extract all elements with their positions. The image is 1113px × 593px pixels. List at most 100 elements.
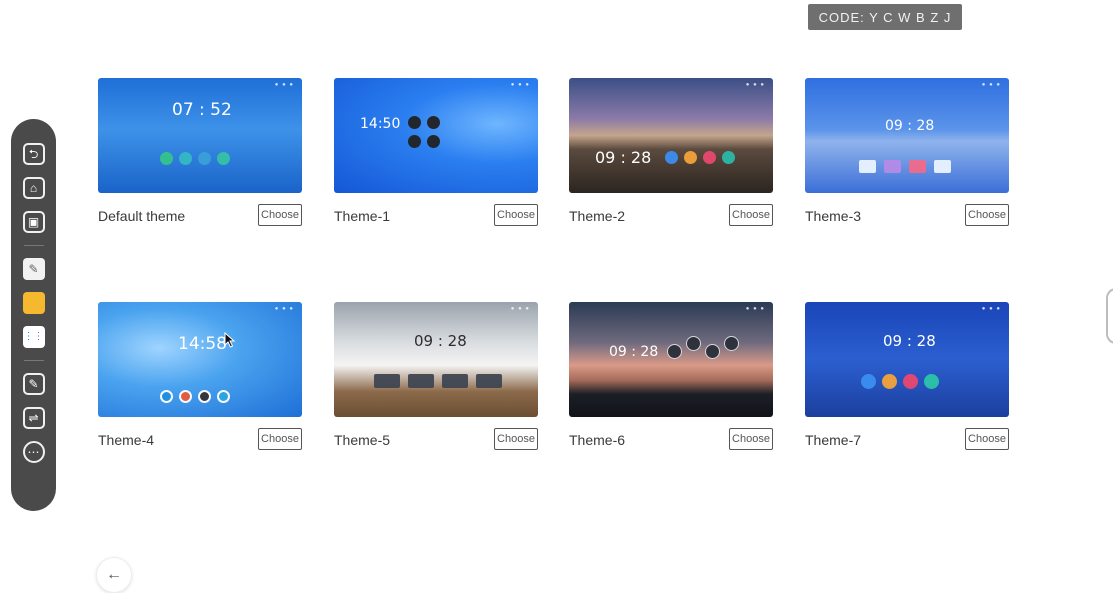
choose-button[interactable]: Choose <box>729 428 773 450</box>
home-icon[interactable]: ⌂ <box>22 177 45 199</box>
preview-clock: 09 : 28 <box>595 148 652 167</box>
preview-clock: 09 : 28 <box>883 332 936 350</box>
pen-icon[interactable]: ✎ <box>22 373 45 395</box>
status-dots-icon: ● ● ● <box>510 306 530 312</box>
app-icon <box>684 151 697 164</box>
choose-button[interactable]: Choose <box>965 428 1009 450</box>
preview-app-icons <box>160 390 230 403</box>
theme-card-3: ● ● ● 09 : 28 Theme-3 Choose <box>805 78 1009 226</box>
app-icon <box>198 390 211 403</box>
back-arrow-button[interactable]: ← <box>96 557 132 593</box>
preview-app-icons <box>665 151 735 164</box>
theme-preview-6[interactable]: ● ● ● 09 : 28 <box>569 302 773 417</box>
app-icon <box>179 390 192 403</box>
theme-label: Theme-1 <box>334 208 391 224</box>
app-icon <box>665 151 678 164</box>
app-icon <box>160 390 173 403</box>
app-icon <box>179 152 192 165</box>
theme-label: Theme-6 <box>569 432 626 448</box>
theme-label: Default theme <box>98 208 186 224</box>
theme-preview-2[interactable]: ● ● ● 09 : 28 <box>569 78 773 193</box>
app-icon <box>861 374 876 389</box>
app-icon <box>909 160 926 173</box>
status-dots-icon: ● ● ● <box>274 306 294 312</box>
app-icon <box>160 152 173 165</box>
choose-button[interactable]: Choose <box>494 204 538 226</box>
app-icon <box>724 336 739 351</box>
toolbar-divider <box>23 245 44 246</box>
choose-button[interactable]: Choose <box>965 204 1009 226</box>
theme-card-default: ● ● ● 07 : 52 Default theme Choose <box>98 78 302 226</box>
app-icon <box>374 374 400 388</box>
app-icon <box>217 152 230 165</box>
apps-grid-icon[interactable]: ⋮⋮ <box>22 326 45 348</box>
code-badge: CODE: Y C W B Z J <box>808 4 962 30</box>
preview-clock: 14:50 <box>360 116 401 132</box>
theme-label: Theme-7 <box>805 432 862 448</box>
notes-app-icon[interactable] <box>22 292 45 314</box>
back-icon[interactable]: ⮌ <box>22 143 45 165</box>
app-icon <box>667 344 682 359</box>
theme-card-4: ● ● ● 14:58 Theme-4 Choose <box>98 302 302 450</box>
side-toolbar: ⮌ ⌂ ▣ ✎ ⋮⋮ ✎ ⇌ ⋯ <box>11 119 56 511</box>
theme-preview-3[interactable]: ● ● ● 09 : 28 <box>805 78 1009 193</box>
app-icon <box>884 160 901 173</box>
theme-label: Theme-3 <box>805 208 862 224</box>
app-icon <box>882 374 897 389</box>
preview-clock: 14:58 <box>178 334 227 354</box>
preview-app-icons <box>374 374 502 388</box>
theme-card-5: ● ● ● 09 : 28 Theme-5 Choose <box>334 302 538 450</box>
theme-preview-default[interactable]: ● ● ● 07 : 52 <box>98 78 302 193</box>
preview-app-icons <box>160 152 230 165</box>
theme-label: Theme-4 <box>98 432 155 448</box>
theme-preview-5[interactable]: ● ● ● 09 : 28 <box>334 302 538 417</box>
app-icon <box>408 374 434 388</box>
side-panel-handle[interactable] <box>1106 288 1113 344</box>
windows-icon[interactable]: ▣ <box>22 211 45 233</box>
choose-button[interactable]: Choose <box>258 428 302 450</box>
preview-clock: 09 : 28 <box>885 118 935 134</box>
preview-app-icons <box>667 336 739 359</box>
choose-button[interactable]: Choose <box>494 428 538 450</box>
app-icon <box>686 336 701 351</box>
preview-app-icons <box>861 374 939 389</box>
preview-app-icons <box>859 160 951 173</box>
status-dots-icon: ● ● ● <box>745 82 765 88</box>
whiteboard-app-icon[interactable]: ✎ <box>22 258 45 280</box>
theme-card-1: ● ● ● 14:50 Theme-1 Choose <box>334 78 538 226</box>
app-icon <box>427 135 440 148</box>
app-icon <box>705 344 720 359</box>
app-icon <box>198 152 211 165</box>
theme-preview-1[interactable]: ● ● ● 14:50 <box>334 78 538 193</box>
choose-button[interactable]: Choose <box>258 204 302 226</box>
app-icon <box>427 116 440 129</box>
app-icon <box>722 151 735 164</box>
status-dots-icon: ● ● ● <box>745 306 765 312</box>
app-icon <box>934 160 951 173</box>
app-icon <box>903 374 918 389</box>
app-icon <box>476 374 502 388</box>
preview-app-icons <box>408 116 442 148</box>
choose-button[interactable]: Choose <box>729 204 773 226</box>
status-dots-icon: ● ● ● <box>981 82 1001 88</box>
more-icon[interactable]: ⋯ <box>22 441 45 463</box>
theme-label: Theme-5 <box>334 432 391 448</box>
theme-card-6: ● ● ● 09 : 28 Theme-6 Choose <box>569 302 773 450</box>
status-dots-icon: ● ● ● <box>981 306 1001 312</box>
app-icon <box>924 374 939 389</box>
toolbar-divider <box>23 360 44 361</box>
theme-card-7: ● ● ● 09 : 28 Theme-7 Choose <box>805 302 1009 450</box>
mouse-cursor-icon <box>224 332 236 348</box>
settings-sliders-icon[interactable]: ⇌ <box>22 407 45 429</box>
app-icon <box>408 116 421 129</box>
theme-preview-4[interactable]: ● ● ● 14:58 <box>98 302 302 417</box>
theme-preview-7[interactable]: ● ● ● 09 : 28 <box>805 302 1009 417</box>
preview-clock: 09 : 28 <box>609 344 659 360</box>
app-icon <box>408 135 421 148</box>
app-icon <box>442 374 468 388</box>
theme-card-2: ● ● ● 09 : 28 Theme-2 Choose <box>569 78 773 226</box>
status-dots-icon: ● ● ● <box>510 82 530 88</box>
preview-clock: 07 : 52 <box>172 100 232 120</box>
arrow-left-icon: ← <box>106 566 122 583</box>
app-icon <box>859 160 876 173</box>
